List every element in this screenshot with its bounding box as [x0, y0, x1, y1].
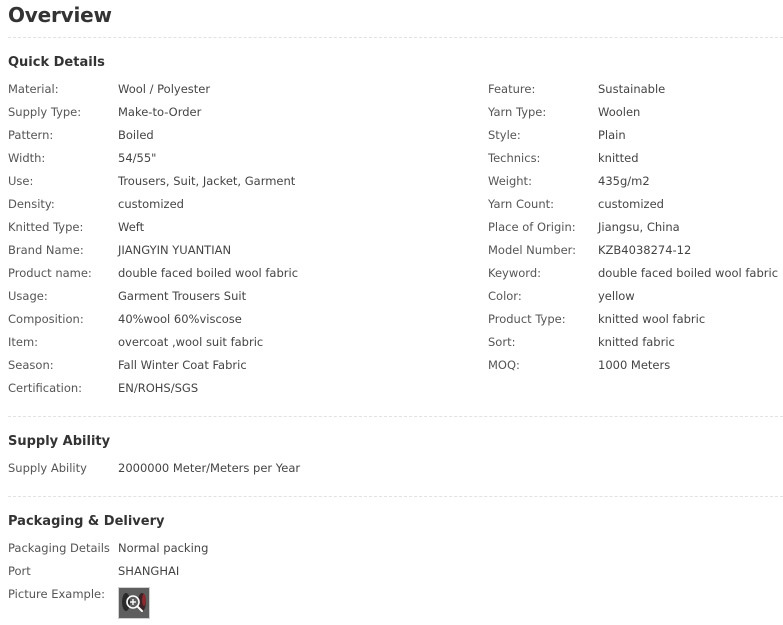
- width-value: 54/55": [118, 151, 157, 165]
- product-type-label: Product Type:: [488, 312, 566, 326]
- composition-label: Composition:: [8, 312, 84, 326]
- yarn-type-label: Yarn Type:: [488, 105, 547, 119]
- packaging-details-label: Packaging Details: [8, 541, 110, 555]
- picture-example-thumbnail[interactable]: [118, 587, 150, 619]
- port-value: SHANGHAI: [118, 564, 180, 578]
- brand-name-label: Brand Name:: [8, 243, 84, 257]
- weight-value: 435g/m2: [598, 174, 650, 188]
- usage-value: Garment Trousers Suit: [118, 289, 247, 303]
- use-value: Trousers, Suit, Jacket, Garment: [118, 174, 296, 188]
- quick-details-heading: Quick Details: [8, 55, 105, 70]
- supply-type-label: Supply Type:: [8, 105, 82, 119]
- knitted-type-value: Weft: [118, 220, 145, 234]
- composition-value: 40%wool 60%viscose: [118, 312, 242, 326]
- width-label: Width:: [8, 151, 46, 165]
- product-name-value: double faced boiled wool fabric: [118, 266, 299, 280]
- technics-value: knitted: [598, 151, 639, 165]
- divider: [8, 37, 783, 38]
- product-name-label: Product name:: [8, 266, 92, 280]
- certification-value: EN/ROHS/SGS: [118, 381, 199, 395]
- brand-name-value: JIANGYIN YUANTIAN: [118, 243, 232, 257]
- technics-label: Technics:: [488, 151, 541, 165]
- yarn-count-value: customized: [598, 197, 664, 211]
- place-of-origin-label: Place of Origin:: [488, 220, 576, 234]
- product-overview: Overview Quick Details Material: Wool / …: [0, 0, 783, 625]
- keyword-label: Keyword:: [488, 266, 541, 280]
- divider: [8, 496, 783, 497]
- usage-label: Usage:: [8, 289, 48, 303]
- port-label: Port: [8, 564, 31, 578]
- yarn-count-label: Yarn Count:: [488, 197, 554, 211]
- place-of-origin-value: Jiangsu, China: [598, 220, 680, 234]
- moq-label: MOQ:: [488, 358, 520, 372]
- season-value: Fall Winter Coat Fabric: [118, 358, 247, 372]
- item-value: overcoat ,wool suit fabric: [118, 335, 264, 349]
- color-label: Color:: [488, 289, 522, 303]
- style-label: Style:: [488, 128, 521, 142]
- packaging-delivery-heading: Packaging & Delivery: [8, 514, 165, 529]
- yarn-type-value: Woolen: [598, 105, 641, 119]
- supply-ability-heading: Supply Ability: [8, 434, 111, 449]
- model-number-label: Model Number:: [488, 243, 577, 257]
- knitted-type-label: Knitted Type:: [8, 220, 84, 234]
- picture-example-label: Picture Example:: [8, 587, 105, 601]
- color-value: yellow: [598, 289, 635, 303]
- product-type-value: knitted wool fabric: [598, 312, 706, 326]
- keyword-value: double faced boiled wool fabric: [598, 266, 779, 280]
- pattern-value: Boiled: [118, 128, 154, 142]
- packaging-details-value: Normal packing: [118, 541, 209, 555]
- moq-value: 1000 Meters: [598, 358, 671, 372]
- item-label: Item:: [8, 335, 39, 349]
- density-value: customized: [118, 197, 184, 211]
- supply-type-value: Make-to-Order: [118, 105, 202, 119]
- model-number-value: KZB4038274-12: [598, 243, 692, 257]
- season-label: Season:: [8, 358, 54, 372]
- feature-label: Feature:: [488, 82, 536, 96]
- supply-ability-label: Supply Ability: [8, 461, 87, 475]
- supply-ability-value: 2000000 Meter/Meters per Year: [118, 461, 301, 475]
- feature-value: Sustainable: [598, 82, 666, 96]
- use-label: Use:: [8, 174, 34, 188]
- density-label: Density:: [8, 197, 55, 211]
- zoom-in-icon: [119, 588, 149, 618]
- page-title: Overview: [8, 3, 112, 27]
- divider: [8, 416, 783, 417]
- pattern-label: Pattern:: [8, 128, 54, 142]
- certification-label: Certification:: [8, 381, 83, 395]
- style-value: Plain: [598, 128, 626, 142]
- sort-label: Sort:: [488, 335, 516, 349]
- weight-label: Weight:: [488, 174, 532, 188]
- sort-value: knitted fabric: [598, 335, 675, 349]
- material-label: Material:: [8, 82, 59, 96]
- material-value: Wool / Polyester: [118, 82, 211, 96]
